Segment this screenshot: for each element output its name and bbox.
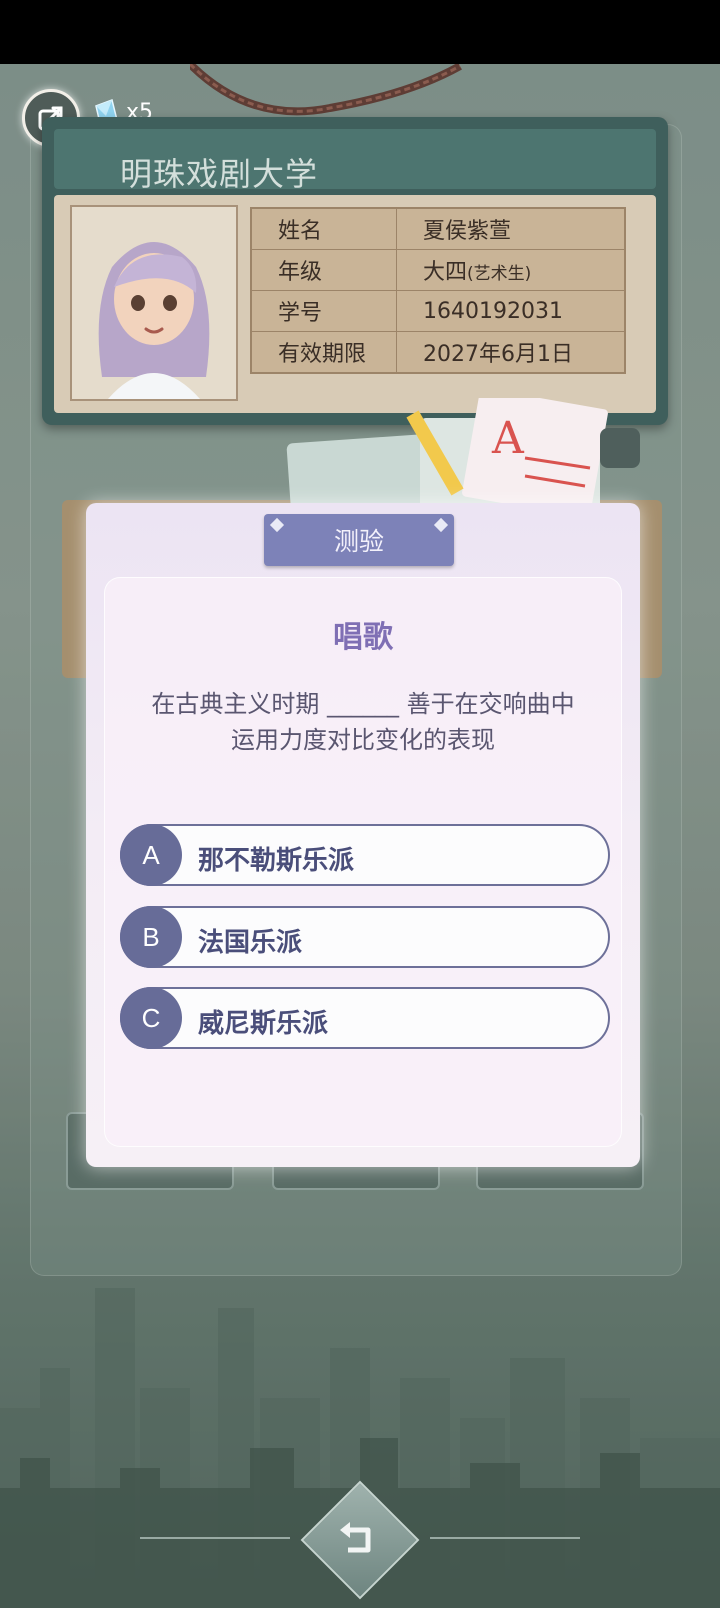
- grade-note: (艺术生): [467, 264, 532, 284]
- answer-option-b[interactable]: B 法国乐派: [120, 906, 610, 968]
- option-text: 法国乐派: [198, 928, 303, 958]
- quiz-title-plate: 测验: [264, 514, 454, 566]
- info-label: 有效期限: [250, 331, 397, 374]
- svg-text:A: A: [491, 413, 525, 464]
- student-info-table: 姓名 夏侯紫萱 年级 大四(艺术生) 学号 1640192031 有效期限 20…: [250, 207, 626, 374]
- info-value: 夏侯紫萱: [396, 207, 626, 250]
- avatar: [98, 242, 210, 399]
- info-label: 学号: [250, 290, 397, 332]
- back-arrow-icon: [340, 1522, 371, 1553]
- quiz-question: 在古典主义时期 ______ 善于在交响曲中 运用力度对比变化的表现: [151, 690, 575, 754]
- info-value: 大四(艺术生): [396, 249, 626, 291]
- answer-option-a[interactable]: A 那不勒斯乐派: [120, 824, 610, 886]
- info-value: 2027年6月1日: [396, 331, 626, 374]
- grade-value: 大四: [423, 260, 468, 285]
- info-row: 有效期限 2027年6月1日: [250, 331, 626, 374]
- school-name: 明珠戏剧大学: [120, 155, 319, 193]
- student-id-card: 明珠戏剧大学 姓名 夏侯紫萱 年级 大四(艺术生) 学号 1640192031 …: [42, 117, 668, 425]
- info-label: 姓名: [250, 207, 397, 250]
- quiz-title: 测验: [333, 527, 384, 556]
- option-text: 那不勒斯乐派: [198, 846, 355, 876]
- quiz-subject: 唱歌: [333, 620, 393, 655]
- answer-option-c[interactable]: C 威尼斯乐派: [120, 987, 610, 1049]
- info-row: 年级 大四(艺术生): [250, 249, 626, 291]
- info-row: 姓名 夏侯紫萱: [250, 207, 626, 250]
- student-portrait: [70, 205, 238, 401]
- info-row: 学号 1640192031: [250, 290, 626, 332]
- option-text: 威尼斯乐派: [198, 1009, 329, 1039]
- decor-line: [140, 1537, 290, 1539]
- card-body: 姓名 夏侯紫萱 年级 大四(艺术生) 学号 1640192031 有效期限 20…: [54, 195, 656, 413]
- info-value: 1640192031: [396, 290, 626, 332]
- option-letter: B: [120, 906, 182, 968]
- card-header: 明珠戏剧大学: [54, 129, 656, 193]
- info-label: 年级: [250, 249, 397, 291]
- status-bar: [0, 0, 720, 64]
- decor-line: [430, 1537, 580, 1539]
- lanyard: [190, 64, 462, 116]
- option-letter: C: [120, 987, 182, 1049]
- option-letter: A: [120, 824, 182, 886]
